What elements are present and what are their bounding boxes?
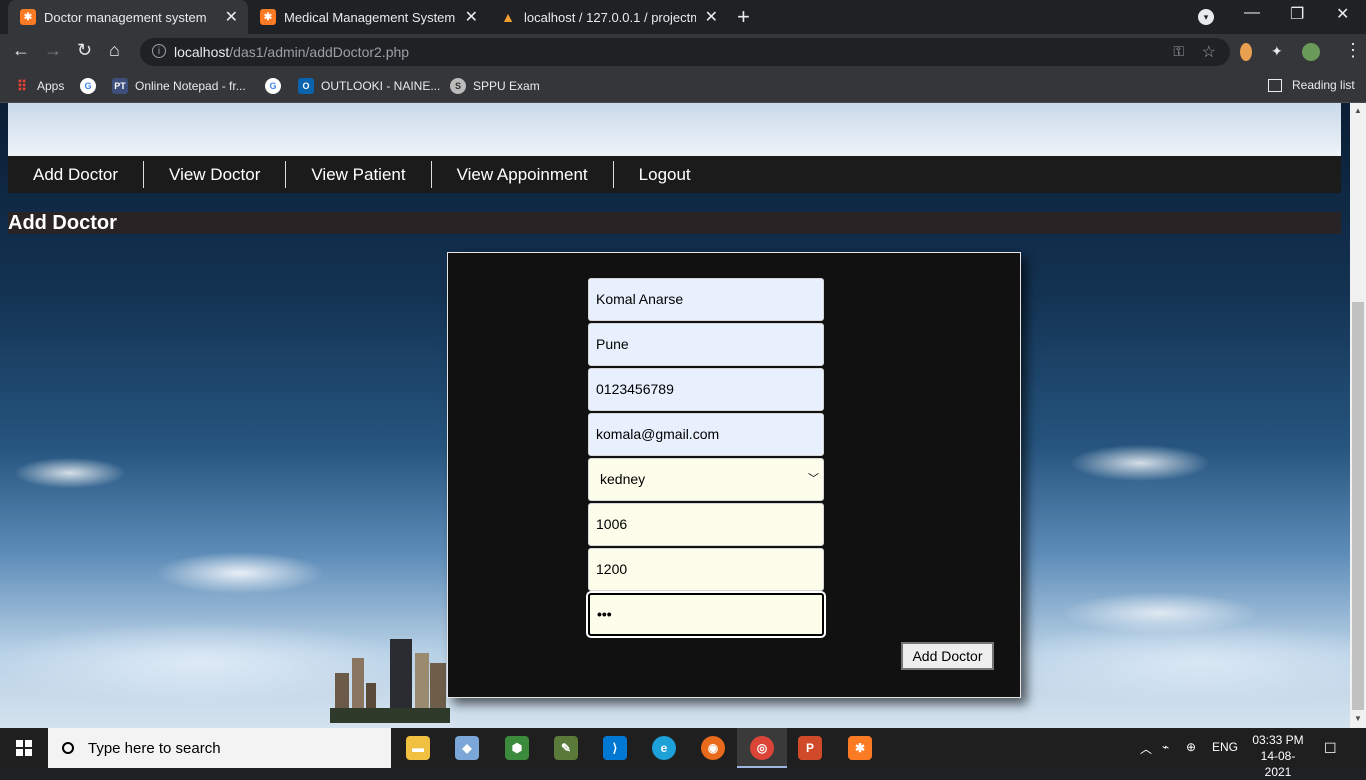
window-close-icon[interactable]: ✕ (1336, 4, 1349, 24)
system-clock[interactable]: 03:33 PM 14-08-2021 (1248, 732, 1308, 780)
back-icon[interactable]: ← (12, 40, 30, 61)
sppu-icon: S (450, 78, 466, 94)
tab-phpmyadmin[interactable]: ▲ localhost / 127.0.0.1 / projectmm ✕ (488, 0, 728, 34)
specialization-select[interactable]: kedney ﹀ (588, 458, 824, 501)
google-icon: G (265, 78, 281, 94)
phone-input[interactable]: 0123456789 (588, 368, 824, 411)
restore-icon[interactable]: ❐ (1290, 4, 1304, 24)
scrollbar-thumb[interactable] (1352, 302, 1364, 710)
city-skyline-image (330, 639, 450, 723)
vscode-icon[interactable]: ⟩ (603, 736, 627, 760)
apps-grid-icon: ⠿ (16, 77, 28, 94)
nav-view-doctor[interactable]: View Doctor (144, 161, 287, 188)
tab-medical-management[interactable]: ✱ Medical Management System ✕ (248, 0, 488, 34)
header-banner (8, 103, 1341, 156)
page-title: Add Doctor (8, 212, 1341, 234)
nav-view-appointment[interactable]: View Appoinment (432, 161, 614, 188)
password-input[interactable]: ••• (586, 591, 826, 638)
xampp-icon[interactable]: ✱ (848, 736, 872, 760)
city-input[interactable]: Pune (588, 323, 824, 366)
doctor-name-input[interactable]: Komal Anarse (588, 278, 824, 321)
email-input[interactable]: komala@gmail.com (588, 413, 824, 456)
edge-icon[interactable]: e (652, 736, 676, 760)
sketch-tool-icon[interactable]: ✎ (554, 736, 578, 760)
page-viewport: Add Doctor View Doctor View Patient View… (0, 103, 1350, 728)
bookmark-sppu-exam[interactable]: S SPPU Exam (450, 78, 540, 94)
language-indicator[interactable]: ENG (1212, 740, 1238, 754)
nodejs-icon[interactable]: ⬢ (505, 736, 529, 760)
file-explorer-icon[interactable]: ▬ (406, 736, 430, 760)
phpmyadmin-icon: ▲ (501, 9, 515, 25)
close-icon[interactable]: ✕ (705, 7, 718, 27)
forward-icon[interactable]: → (44, 40, 62, 61)
add-doctor-form: Komal Anarse Pune 0123456789 komala@gmai… (447, 252, 1021, 698)
chevron-down-icon: ﹀ (808, 473, 819, 485)
clock-date: 14-08-2021 (1260, 749, 1296, 779)
tab-title: localhost / 127.0.0.1 / projectmm (524, 9, 696, 25)
clock-time: 03:33 PM (1252, 733, 1304, 747)
url-text: localhost/das1/admin/addDoctor2.php (174, 44, 410, 60)
field-6-input[interactable]: 1006 (588, 503, 824, 546)
menu-dots-icon[interactable]: ⋮ (1344, 40, 1362, 61)
nav-logout[interactable]: Logout (614, 161, 716, 188)
firefox-icon[interactable]: ◉ (701, 736, 725, 760)
reading-list-icon (1268, 78, 1282, 92)
powerpoint-icon[interactable]: P (798, 736, 822, 760)
bookmark-google-2[interactable]: G (265, 78, 288, 94)
new-tab-button[interactable]: + (737, 4, 750, 30)
google-icon: G (80, 78, 96, 94)
main-nav: Add Doctor View Doctor View Patient View… (8, 156, 1341, 193)
bookmark-google-1[interactable]: G (80, 78, 103, 94)
bookmark-online-notepad[interactable]: PT Online Notepad - fr... (112, 78, 246, 94)
chrome-icon[interactable]: ◎ (750, 736, 774, 760)
xampp-icon: ✱ (260, 9, 276, 25)
bookmarks-bar: ⠿ Apps G PT Online Notepad - fr... G O O… (0, 70, 1366, 103)
scroll-up-icon[interactable]: ▲ (1354, 106, 1362, 115)
3d-box-icon[interactable]: ◆ (455, 736, 479, 760)
field-7-input[interactable]: 1200 (588, 548, 824, 591)
close-icon[interactable]: ✕ (465, 7, 478, 27)
bookmark-apps[interactable]: ⠿ Apps (14, 77, 65, 94)
specialization-value: kedney (600, 471, 646, 487)
address-bar[interactable]: i localhost/das1/admin/addDoctor2.php ⚿ … (140, 38, 1230, 66)
taskbar-search-box[interactable]: Type here to search (48, 728, 391, 768)
battery-plug-icon[interactable]: ⌁ (1162, 740, 1169, 754)
tab-title: Medical Management System (284, 9, 456, 25)
windows-start-icon[interactable] (16, 740, 32, 756)
search-icon (62, 742, 74, 754)
close-icon[interactable]: ✕ (225, 7, 238, 27)
search-placeholder: Type here to search (88, 739, 221, 757)
extension-icon[interactable] (1240, 43, 1252, 61)
reload-icon[interactable]: ↻ (77, 40, 92, 61)
windows-taskbar: Type here to search ▬ ◆ ⬢ ✎ ⟩ e ◉ ◎ P ✱ … (0, 728, 1366, 779)
home-icon[interactable]: ⌂ (109, 40, 120, 61)
pt-icon: PT (112, 78, 128, 94)
nav-add-doctor[interactable]: Add Doctor (8, 161, 145, 188)
bookmark-outlook[interactable]: O OUTLOOKI - NAINE... (298, 78, 440, 94)
tray-chevron-up-icon[interactable]: ︿ (1140, 740, 1152, 757)
profile-avatar-icon[interactable] (1302, 43, 1320, 61)
reading-list[interactable]: Reading list (1268, 78, 1355, 92)
network-globe-icon[interactable]: ⊕ (1186, 740, 1196, 754)
minimize-icon[interactable]: — (1244, 4, 1260, 22)
xampp-icon: ✱ (20, 9, 36, 25)
bookmark-star-icon[interactable]: ☆ (1202, 42, 1216, 62)
outlook-icon: O (298, 78, 314, 94)
scroll-down-icon[interactable]: ▼ (1354, 714, 1362, 723)
add-doctor-button[interactable]: Add Doctor (901, 642, 994, 670)
nav-view-patient[interactable]: View Patient (286, 161, 432, 188)
extensions-puzzle-icon[interactable]: ✦ (1271, 43, 1289, 61)
browser-tab-bar: ✱ Doctor management system ✕ ✱ Medical M… (0, 0, 1366, 34)
site-info-icon[interactable]: i (152, 44, 166, 58)
tab-search-icon[interactable]: ▾ (1198, 9, 1214, 25)
notifications-icon[interactable]: ☐ (1324, 740, 1337, 757)
tab-title: Doctor management system (44, 9, 207, 25)
key-icon[interactable]: ⚿ (1173, 43, 1184, 60)
tab-doctor-management[interactable]: ✱ Doctor management system ✕ (8, 0, 248, 34)
